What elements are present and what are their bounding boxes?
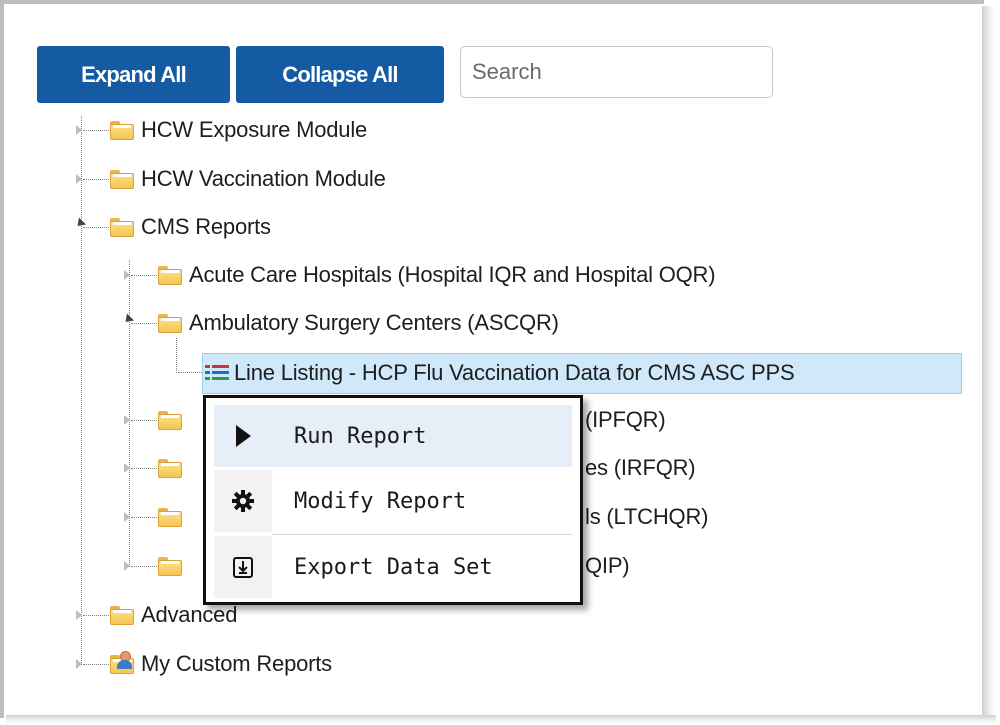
tree-node-label: Advanced — [141, 602, 238, 627]
tree-connector — [83, 227, 109, 228]
tree-node-label: HCW Exposure Module — [141, 117, 368, 142]
folder-icon — [109, 169, 135, 189]
expand-toggle-icon[interactable] — [124, 463, 130, 473]
menu-item-label: Export Data Set — [294, 554, 493, 580]
folder-icon — [157, 507, 183, 527]
tree-connector — [81, 116, 82, 665]
expand-toggle-icon[interactable] — [124, 415, 130, 425]
play-icon — [214, 405, 272, 467]
tree-connector — [178, 372, 204, 373]
folder-icon — [157, 410, 183, 430]
tree-connector — [131, 420, 157, 421]
menu-item-run-report[interactable]: Run Report — [214, 405, 572, 467]
collapse-all-button[interactable]: Collapse All — [236, 46, 444, 103]
export-icon — [214, 536, 272, 598]
expand-toggle-icon[interactable] — [124, 561, 130, 571]
panel-shadow — [982, 6, 996, 722]
tree-connector — [83, 130, 109, 131]
menu-item-export-data-set[interactable]: Export Data Set — [214, 536, 572, 598]
list-report-icon — [205, 363, 229, 383]
tree-node-ipfqr[interactable] — [157, 402, 183, 438]
folder-icon — [109, 605, 135, 625]
tree-node-label: HCW Vaccination Module — [141, 166, 386, 191]
search-input[interactable] — [460, 46, 773, 98]
folder-icon — [157, 313, 183, 333]
expand-toggle-icon[interactable] — [124, 512, 130, 522]
tree-connector — [83, 179, 109, 180]
menu-item-label: Modify Report — [294, 488, 467, 514]
tree-node-ascqr[interactable]: Ambulatory Surgery Centers (ASCQR) — [157, 305, 559, 341]
tree-node-label-fragment: es (IRFQR) — [585, 455, 696, 480]
tree-node-esrd-qip[interactable] — [157, 548, 183, 584]
expand-toggle-icon[interactable] — [124, 270, 130, 280]
tree-node-label-fragment: QIP) — [585, 553, 630, 578]
tree-connector — [83, 664, 109, 665]
tree-node-line-listing-report[interactable]: Line Listing - HCP Flu Vaccination Data … — [205, 355, 795, 391]
folder-icon — [109, 217, 135, 237]
tree-connector — [131, 275, 157, 276]
tree-node-label: Ambulatory Surgery Centers (ASCQR) — [189, 310, 559, 335]
tree-node-hcw-exposure[interactable]: HCW Exposure Module — [109, 112, 367, 148]
folder-icon — [157, 556, 183, 576]
tree-node-ltchqr[interactable] — [157, 499, 183, 535]
tree-node-label: CMS Reports — [141, 214, 271, 239]
tree-node-label-fragment: (IPFQR) — [585, 407, 666, 432]
user-folder-icon — [109, 651, 135, 674]
folder-icon — [157, 265, 183, 285]
tree-node-label: Line Listing - HCP Flu Vaccination Data … — [234, 360, 795, 385]
tree-connector — [131, 566, 157, 567]
tree-node-my-custom-reports[interactable]: My Custom Reports — [109, 646, 332, 682]
expand-all-button[interactable]: Expand All — [37, 46, 230, 103]
tree-node-cms-reports[interactable]: CMS Reports — [109, 209, 271, 245]
folder-icon — [109, 120, 135, 140]
tree-connector — [131, 468, 157, 469]
expand-toggle-icon[interactable] — [76, 174, 82, 184]
panel-shadow — [6, 715, 996, 725]
tree-node-label: My Custom Reports — [141, 651, 332, 676]
tree-node-irfqr[interactable] — [157, 450, 183, 486]
expand-toggle-icon[interactable] — [76, 125, 82, 135]
tree-node-label-fragment: ls (LTCHQR) — [585, 504, 709, 529]
expand-toggle-icon[interactable] — [76, 659, 82, 669]
tree-connector — [131, 517, 157, 518]
tree-node-label: Acute Care Hospitals (Hospital IQR and H… — [189, 262, 716, 287]
tree-node-hcw-vaccination[interactable]: HCW Vaccination Module — [109, 161, 386, 197]
folder-icon — [157, 458, 183, 478]
menu-item-label: Run Report — [294, 423, 427, 449]
tree-connector — [176, 338, 177, 373]
tree-node-acute-care[interactable]: Acute Care Hospitals (Hospital IQR and H… — [157, 257, 716, 293]
expand-toggle-icon[interactable] — [76, 610, 82, 620]
menu-separator — [272, 534, 572, 535]
menu-item-modify-report[interactable]: Modify Report — [214, 470, 572, 532]
context-menu: Run Report Modify Report Export Data Set — [203, 395, 583, 605]
tree-connector — [131, 323, 157, 324]
tree-connector — [83, 615, 109, 616]
gear-icon — [214, 470, 272, 532]
